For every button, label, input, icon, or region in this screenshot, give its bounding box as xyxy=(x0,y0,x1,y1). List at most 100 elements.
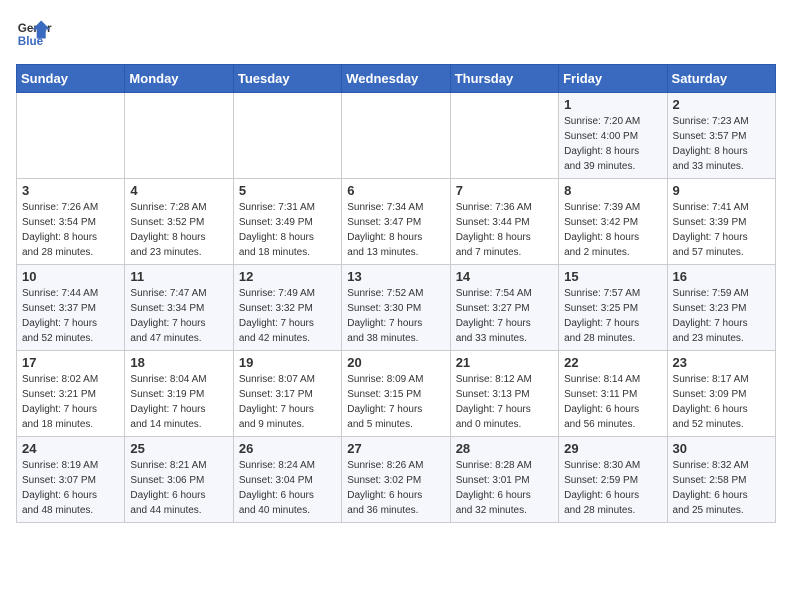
day-number: 27 xyxy=(347,441,444,456)
day-cell xyxy=(125,93,233,179)
day-number: 11 xyxy=(130,269,227,284)
day-cell: 4 Sunrise: 7:28 AM Sunset: 3:52 PM Daylig… xyxy=(125,179,233,265)
day-number: 5 xyxy=(239,183,336,198)
day-cell xyxy=(17,93,125,179)
day-info: Sunrise: 8:17 AM Sunset: 3:09 PM Dayligh… xyxy=(673,372,770,432)
day-info: Sunrise: 7:47 AM Sunset: 3:34 PM Dayligh… xyxy=(130,286,227,346)
day-info: Sunrise: 7:44 AM Sunset: 3:37 PM Dayligh… xyxy=(22,286,119,346)
day-info: Sunrise: 8:09 AM Sunset: 3:15 PM Dayligh… xyxy=(347,372,444,432)
day-info: Sunrise: 8:04 AM Sunset: 3:19 PM Dayligh… xyxy=(130,372,227,432)
day-cell: 22 Sunrise: 8:14 AM Sunset: 3:11 PM Dayli… xyxy=(559,351,667,437)
day-number: 4 xyxy=(130,183,227,198)
day-number: 2 xyxy=(673,97,770,112)
week-row-3: 17 Sunrise: 8:02 AM Sunset: 3:21 PM Dayli… xyxy=(17,351,776,437)
day-number: 29 xyxy=(564,441,661,456)
day-info: Sunrise: 7:28 AM Sunset: 3:52 PM Dayligh… xyxy=(130,200,227,260)
week-row-2: 10 Sunrise: 7:44 AM Sunset: 3:37 PM Dayli… xyxy=(17,265,776,351)
header-tuesday: Tuesday xyxy=(233,65,341,93)
day-cell: 27 Sunrise: 8:26 AM Sunset: 3:02 PM Dayli… xyxy=(342,437,450,523)
day-number: 10 xyxy=(22,269,119,284)
day-number: 14 xyxy=(456,269,553,284)
header-friday: Friday xyxy=(559,65,667,93)
week-row-1: 3 Sunrise: 7:26 AM Sunset: 3:54 PM Daylig… xyxy=(17,179,776,265)
header-wednesday: Wednesday xyxy=(342,65,450,93)
day-number: 6 xyxy=(347,183,444,198)
logo-icon: General Blue xyxy=(16,16,52,52)
day-cell: 13 Sunrise: 7:52 AM Sunset: 3:30 PM Dayli… xyxy=(342,265,450,351)
day-info: Sunrise: 7:41 AM Sunset: 3:39 PM Dayligh… xyxy=(673,200,770,260)
week-row-4: 24Sunrise: 8:19 AM Sunset: 3:07 PM Dayli… xyxy=(17,437,776,523)
day-cell xyxy=(342,93,450,179)
day-info: Sunrise: 7:26 AM Sunset: 3:54 PM Dayligh… xyxy=(22,200,119,260)
day-number: 12 xyxy=(239,269,336,284)
day-cell: 16 Sunrise: 7:59 AM Sunset: 3:23 PM Dayli… xyxy=(667,265,775,351)
page-header: General Blue xyxy=(16,16,776,52)
day-info: Sunrise: 8:32 AM Sunset: 2:58 PM Dayligh… xyxy=(673,458,770,518)
day-number: 8 xyxy=(564,183,661,198)
day-cell: 17 Sunrise: 8:02 AM Sunset: 3:21 PM Dayli… xyxy=(17,351,125,437)
day-cell: 3 Sunrise: 7:26 AM Sunset: 3:54 PM Daylig… xyxy=(17,179,125,265)
header-monday: Monday xyxy=(125,65,233,93)
day-number: 19 xyxy=(239,355,336,370)
day-number: 25 xyxy=(130,441,227,456)
day-cell xyxy=(450,93,558,179)
day-number: 21 xyxy=(456,355,553,370)
day-number: 13 xyxy=(347,269,444,284)
day-number: 26 xyxy=(239,441,336,456)
day-cell: 21 Sunrise: 8:12 AM Sunset: 3:13 PM Dayli… xyxy=(450,351,558,437)
day-info: Sunrise: 8:14 AM Sunset: 3:11 PM Dayligh… xyxy=(564,372,661,432)
day-cell: 7Sunrise: 7:36 AM Sunset: 3:44 PM Daylig… xyxy=(450,179,558,265)
calendar-table: SundayMondayTuesdayWednesdayThursdayFrid… xyxy=(16,64,776,523)
day-info: Sunrise: 8:21 AM Sunset: 3:06 PM Dayligh… xyxy=(130,458,227,518)
day-info: Sunrise: 7:20 AM Sunset: 4:00 PM Dayligh… xyxy=(564,114,661,174)
logo: General Blue xyxy=(16,16,52,52)
day-cell: 25 Sunrise: 8:21 AM Sunset: 3:06 PM Dayli… xyxy=(125,437,233,523)
header-saturday: Saturday xyxy=(667,65,775,93)
day-info: Sunrise: 8:07 AM Sunset: 3:17 PM Dayligh… xyxy=(239,372,336,432)
day-info: Sunrise: 7:54 AM Sunset: 3:27 PM Dayligh… xyxy=(456,286,553,346)
day-info: Sunrise: 7:52 AM Sunset: 3:30 PM Dayligh… xyxy=(347,286,444,346)
day-info: Sunrise: 7:23 AM Sunset: 3:57 PM Dayligh… xyxy=(673,114,770,174)
day-cell: 24Sunrise: 8:19 AM Sunset: 3:07 PM Dayli… xyxy=(17,437,125,523)
week-row-0: 1 Sunrise: 7:20 AM Sunset: 4:00 PM Daylig… xyxy=(17,93,776,179)
day-info: Sunrise: 7:31 AM Sunset: 3:49 PM Dayligh… xyxy=(239,200,336,260)
day-number: 18 xyxy=(130,355,227,370)
day-number: 30 xyxy=(673,441,770,456)
day-number: 17 xyxy=(22,355,119,370)
day-number: 28 xyxy=(456,441,553,456)
day-cell: 6 Sunrise: 7:34 AM Sunset: 3:47 PM Daylig… xyxy=(342,179,450,265)
day-cell: 26 Sunrise: 8:24 AM Sunset: 3:04 PM Dayli… xyxy=(233,437,341,523)
day-number: 1 xyxy=(564,97,661,112)
day-cell: 18 Sunrise: 8:04 AM Sunset: 3:19 PM Dayli… xyxy=(125,351,233,437)
day-cell: 15 Sunrise: 7:57 AM Sunset: 3:25 PM Dayli… xyxy=(559,265,667,351)
day-cell: 14 Sunrise: 7:54 AM Sunset: 3:27 PM Dayli… xyxy=(450,265,558,351)
day-info: Sunrise: 8:02 AM Sunset: 3:21 PM Dayligh… xyxy=(22,372,119,432)
day-info: Sunrise: 8:12 AM Sunset: 3:13 PM Dayligh… xyxy=(456,372,553,432)
day-number: 22 xyxy=(564,355,661,370)
day-info: Sunrise: 8:26 AM Sunset: 3:02 PM Dayligh… xyxy=(347,458,444,518)
day-cell: 12 Sunrise: 7:49 AM Sunset: 3:32 PM Dayli… xyxy=(233,265,341,351)
day-info: Sunrise: 8:30 AM Sunset: 2:59 PM Dayligh… xyxy=(564,458,661,518)
day-cell: 23 Sunrise: 8:17 AM Sunset: 3:09 PM Dayli… xyxy=(667,351,775,437)
day-info: Sunrise: 7:34 AM Sunset: 3:47 PM Dayligh… xyxy=(347,200,444,260)
day-number: 15 xyxy=(564,269,661,284)
day-number: 9 xyxy=(673,183,770,198)
day-cell: 30 Sunrise: 8:32 AM Sunset: 2:58 PM Dayli… xyxy=(667,437,775,523)
day-number: 16 xyxy=(673,269,770,284)
day-info: Sunrise: 8:19 AM Sunset: 3:07 PM Dayligh… xyxy=(22,458,119,518)
day-cell: 11 Sunrise: 7:47 AM Sunset: 3:34 PM Dayli… xyxy=(125,265,233,351)
day-number: 7 xyxy=(456,183,553,198)
day-info: Sunrise: 7:49 AM Sunset: 3:32 PM Dayligh… xyxy=(239,286,336,346)
day-info: Sunrise: 8:28 AM Sunset: 3:01 PM Dayligh… xyxy=(456,458,553,518)
day-info: Sunrise: 7:59 AM Sunset: 3:23 PM Dayligh… xyxy=(673,286,770,346)
day-number: 23 xyxy=(673,355,770,370)
header-thursday: Thursday xyxy=(450,65,558,93)
day-number: 3 xyxy=(22,183,119,198)
day-info: Sunrise: 7:57 AM Sunset: 3:25 PM Dayligh… xyxy=(564,286,661,346)
day-cell: 28 Sunrise: 8:28 AM Sunset: 3:01 PM Dayli… xyxy=(450,437,558,523)
day-info: Sunrise: 8:24 AM Sunset: 3:04 PM Dayligh… xyxy=(239,458,336,518)
day-cell: 5 Sunrise: 7:31 AM Sunset: 3:49 PM Daylig… xyxy=(233,179,341,265)
calendar-header-row: SundayMondayTuesdayWednesdayThursdayFrid… xyxy=(17,65,776,93)
day-cell: 19 Sunrise: 8:07 AM Sunset: 3:17 PM Dayli… xyxy=(233,351,341,437)
day-cell: 1 Sunrise: 7:20 AM Sunset: 4:00 PM Daylig… xyxy=(559,93,667,179)
